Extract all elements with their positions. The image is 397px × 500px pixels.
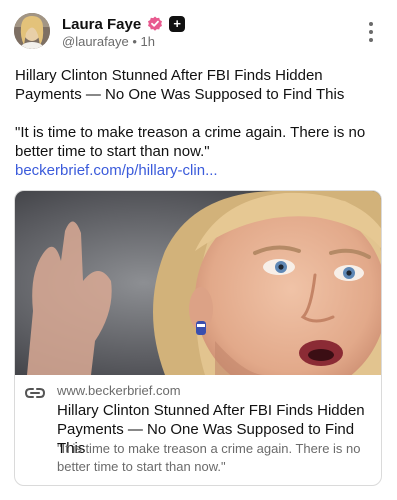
link-preview-description: "It is time to make treason a crime agai… (57, 441, 361, 474)
link-preview-meta: www.beckerbrief.com Hillary Clinton Stun… (15, 375, 381, 485)
author-name-row: Laura Faye + (62, 13, 186, 35)
post-headline: Hillary Clinton Stunned After FBI Finds … (15, 67, 345, 103)
author-name[interactable]: Laura Faye (62, 16, 141, 33)
link-icon (25, 388, 45, 398)
link-preview-card[interactable]: www.beckerbrief.com Hillary Clinton Stun… (14, 190, 382, 486)
link-preview-image (15, 191, 381, 375)
post-container: Laura Faye + @laurafaye • 1h Hillary Cli… (0, 0, 397, 500)
link-preview-domain: www.beckerbrief.com (57, 383, 181, 398)
post-link[interactable]: beckerbrief.com/p/hillary-clin... (15, 161, 385, 180)
verified-badge-icon (148, 16, 163, 31)
author-handle[interactable]: @laurafaye (62, 34, 129, 49)
author-avatar[interactable] (14, 13, 50, 49)
post-quote: "It is time to make treason a crime agai… (15, 124, 366, 160)
author-meta: @laurafaye • 1h (62, 34, 155, 49)
meta-separator: • (132, 34, 137, 49)
follow-plus-button[interactable]: + (169, 16, 186, 32)
post-time: 1h (140, 34, 155, 49)
post-body: Hillary Clinton Stunned After FBI Finds … (15, 66, 385, 180)
more-options-icon[interactable] (366, 22, 376, 42)
avatar-image (14, 13, 50, 49)
